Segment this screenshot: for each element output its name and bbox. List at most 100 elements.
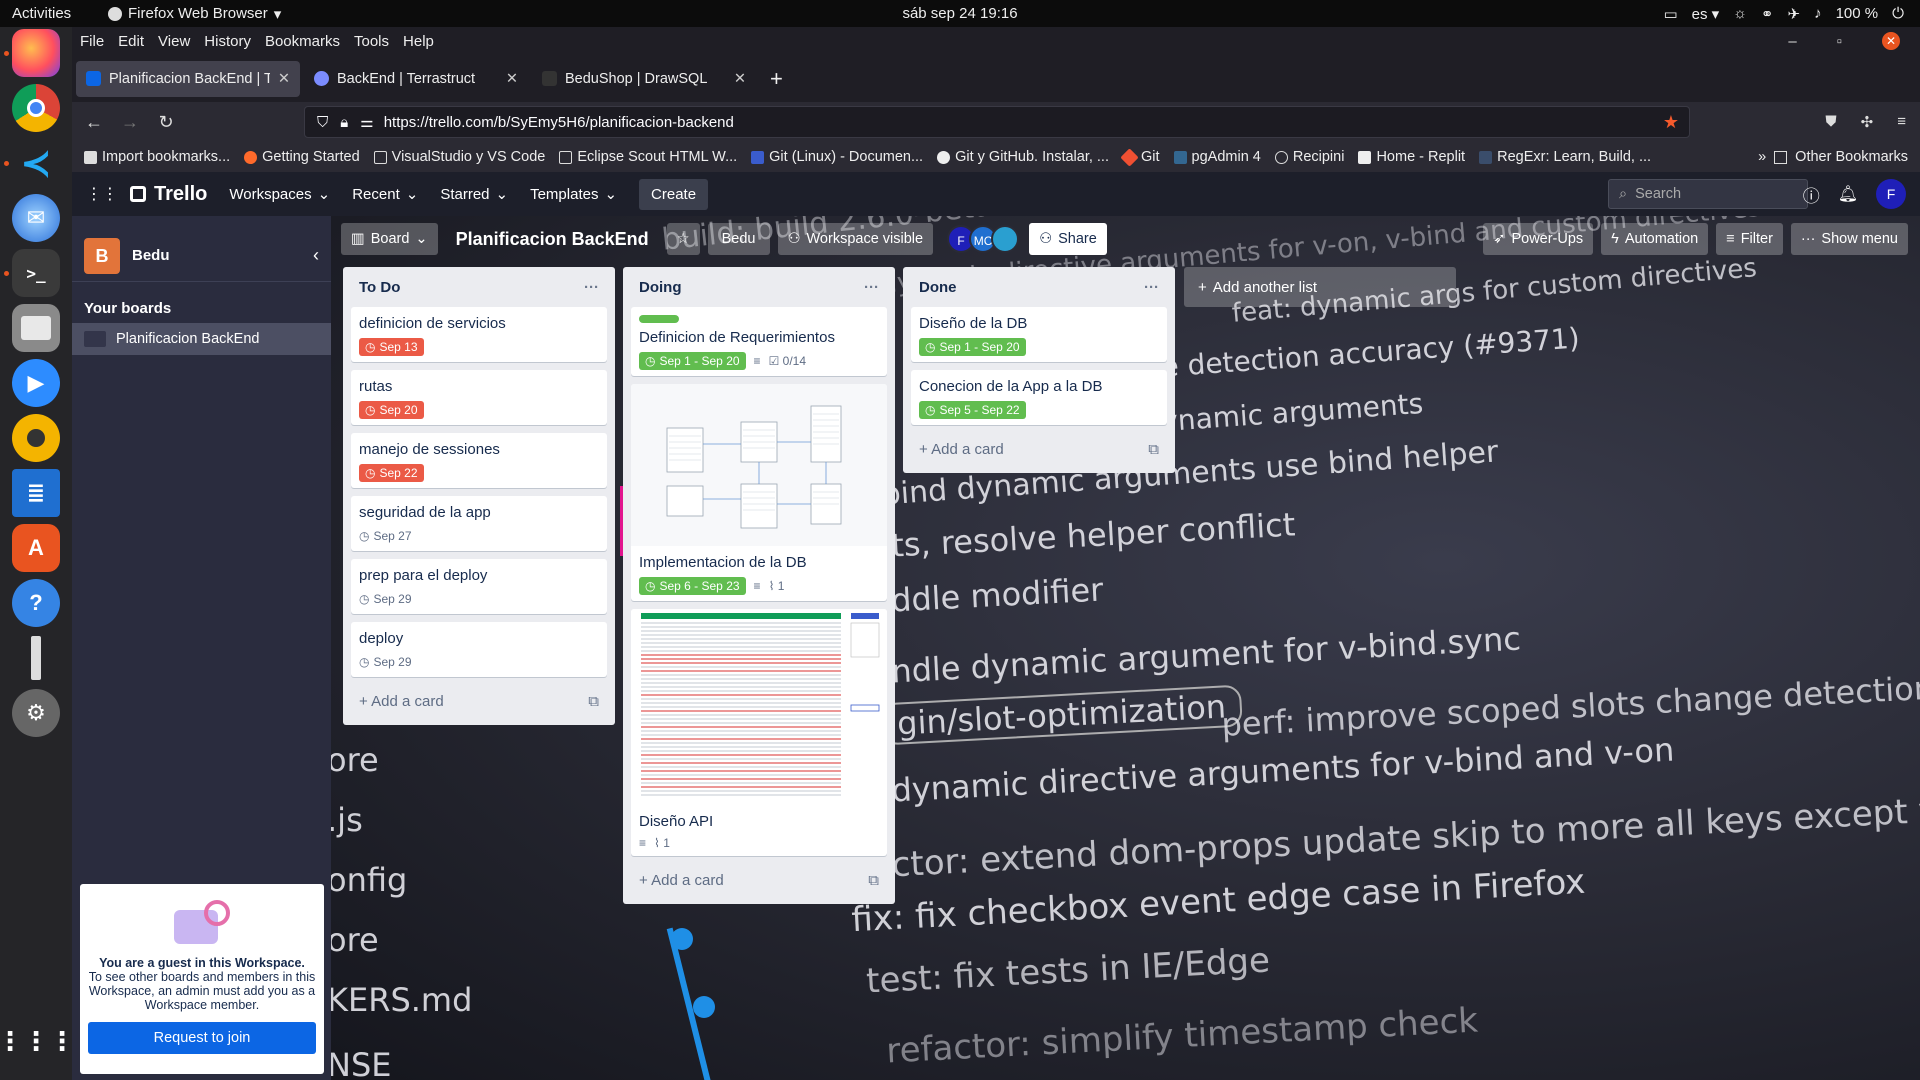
card[interactable]: Implementacion de la DB ◷ Sep 6 - Sep 23 ≡… [631, 384, 887, 601]
notifications-bell-icon[interactable]: 🔔︎ [1838, 184, 1858, 204]
automation-button[interactable]: ϟ Automation [1601, 223, 1709, 255]
software-center-dock-icon[interactable]: A [12, 524, 60, 572]
bookmark-star-icon[interactable]: ★ [1663, 112, 1679, 133]
system-tray[interactable]: ▭ es ▾ ☼ ⚭ ✈ ♪ 100 % ⏻ [1663, 5, 1904, 23]
due-date-badge[interactable]: ◷ Sep 6 - Sep 23 [639, 577, 746, 595]
close-tab-icon[interactable]: ✕ [278, 71, 290, 87]
bookmark-item[interactable]: Home - Replit [1358, 149, 1465, 165]
recent-menu[interactable]: Recent ⌄ [352, 185, 418, 204]
rhythmbox-dock-icon[interactable] [12, 414, 60, 462]
bookmark-item[interactable]: Eclipse Scout HTML W... [559, 149, 737, 165]
due-date-badge[interactable]: ◷ Sep 13 [359, 338, 424, 356]
tab-terrastruct[interactable]: BackEnd | Terrastruct ✕ [304, 61, 528, 97]
url-bar[interactable]: ⛉ 🔒︎ ⚌ https://trello.com/b/SyEmy5H6/pla… [304, 106, 1690, 138]
extensions-icon[interactable]: ✣ [1861, 113, 1874, 131]
power-ups-button[interactable]: ➶ Power-Ups [1483, 223, 1594, 255]
card[interactable]: manejo de sessiones ◷ Sep 22 [351, 433, 607, 488]
search-input[interactable]: ⌕ Search [1608, 179, 1808, 209]
chrome-dock-icon[interactable] [12, 84, 60, 132]
add-card-button[interactable]: + Add a card ⧉ [911, 433, 1167, 465]
card[interactable]: Diseño de la DB ◷ Sep 1 - Sep 20 [911, 307, 1167, 362]
card[interactable]: Diseño API ≡ ⌇ 1 [631, 609, 887, 856]
menu-edit[interactable]: Edit [118, 33, 144, 50]
info-icon[interactable]: ⓘ [1803, 182, 1820, 207]
pocket-icon[interactable]: ⛊ [1825, 113, 1836, 131]
request-to-join-button[interactable]: Request to join [88, 1022, 316, 1054]
app-switcher-icon[interactable]: ⋮⋮ [86, 184, 118, 204]
clock[interactable]: sáb sep 24 19:16 [0, 5, 1920, 22]
card[interactable]: rutas ◷ Sep 20 [351, 370, 607, 425]
keyboard-language[interactable]: es ▾ [1692, 5, 1720, 23]
card-template-icon[interactable]: ⧉ [588, 693, 599, 710]
shield-icon[interactable]: ⛉ [317, 114, 328, 131]
overflow-chevron-icon[interactable]: » [1758, 149, 1766, 165]
permissions-icon[interactable]: ⚌ [360, 113, 373, 131]
zoom-dock-icon[interactable]: ▶ [12, 359, 60, 407]
bookmark-item[interactable]: Recipini [1274, 149, 1344, 165]
restore-icon[interactable]: ▫ [1837, 33, 1842, 50]
list-header[interactable]: Doing ··· [631, 267, 887, 307]
menu-help[interactable]: Help [403, 33, 434, 50]
tab-planificacion[interactable]: Planificacion BackEnd | Tr ✕ [76, 60, 300, 97]
list-header[interactable]: To Do ··· [351, 267, 607, 307]
card[interactable]: definicion de servicios ◷ Sep 13 [351, 307, 607, 362]
due-date-badge[interactable]: ◷ Sep 29 [359, 590, 418, 608]
firefox-dock-icon[interactable] [12, 29, 60, 77]
due-date-badge[interactable]: ◷ Sep 1 - Sep 20 [919, 338, 1026, 356]
close-window-icon[interactable]: ✕ [1882, 32, 1900, 50]
trello-logo[interactable]: Trello [130, 183, 207, 206]
close-tab-icon[interactable]: ✕ [506, 71, 518, 87]
create-button[interactable]: Create [639, 178, 709, 210]
show-menu-button[interactable]: ··· Show menu [1790, 223, 1908, 255]
card[interactable]: deploy ◷ Sep 29 [351, 622, 607, 677]
board-view-switcher[interactable]: ▥ Board ⌄ [341, 223, 438, 255]
due-date-badge[interactable]: ◷ Sep 20 [359, 401, 424, 419]
card-label-green[interactable] [639, 315, 679, 323]
due-date-badge[interactable]: ◷ Sep 1 - Sep 20 [639, 352, 746, 370]
user-avatar[interactable]: F [1876, 179, 1906, 209]
menu-view[interactable]: View [158, 33, 190, 50]
show-apps-icon[interactable]: ⋮⋮⋮ [0, 1017, 75, 1065]
due-date-badge[interactable]: ◷ Sep 29 [359, 653, 418, 671]
workspace-button[interactable]: Bedu [707, 223, 770, 255]
list-actions-icon[interactable]: ··· [584, 279, 599, 296]
app-menu[interactable]: Firefox Web Browser ▾ [108, 5, 281, 23]
close-tab-icon[interactable]: ✕ [734, 71, 746, 87]
menu-history[interactable]: History [204, 33, 251, 50]
hamburger-menu-icon[interactable]: ≡ [1897, 113, 1906, 131]
files-dock-icon[interactable] [12, 304, 60, 352]
add-card-button[interactable]: + Add a card ⧉ [631, 864, 887, 896]
due-date-badge[interactable]: ◷ Sep 5 - Sep 22 [919, 401, 1026, 419]
bookmark-item[interactable]: VisualStudio y VS Code [373, 149, 545, 165]
member-avatar[interactable] [991, 225, 1020, 253]
usb-creator-dock-icon[interactable] [12, 634, 60, 682]
menu-bookmarks[interactable]: Bookmarks [265, 33, 340, 50]
lock-icon[interactable]: 🔒︎ [340, 114, 348, 131]
card[interactable]: Definicion de Requerimientos ◷ Sep 1 - Se… [631, 307, 887, 376]
list-actions-icon[interactable]: ··· [1144, 279, 1159, 296]
templates-menu[interactable]: Templates ⌄ [530, 185, 617, 204]
add-card-button[interactable]: + Add a card ⧉ [351, 685, 607, 717]
due-date-badge[interactable]: ◷ Sep 27 [359, 527, 418, 545]
star-board-button[interactable]: ☆ [666, 223, 700, 255]
card-template-icon[interactable]: ⧉ [1148, 441, 1159, 458]
bookmark-item[interactable]: Git [1120, 147, 1160, 167]
bookmark-item[interactable]: Getting Started [244, 149, 360, 165]
other-bookmarks[interactable]: » Other Bookmarks [1748, 149, 1908, 165]
url-text[interactable]: https://trello.com/b/SyEmy5H6/planificac… [384, 114, 734, 131]
bookmark-item[interactable]: Git y GitHub. Instalar, ... [937, 149, 1109, 165]
bookmark-item[interactable]: pgAdmin 4 [1173, 149, 1261, 165]
tab-drawsql[interactable]: BeduShop | DrawSQL ✕ [532, 61, 756, 97]
workspace-header[interactable]: B Bedu ‹ [72, 216, 331, 282]
card[interactable]: Conecion de la App a la DB ◷ Sep 5 - Sep 2… [911, 370, 1167, 425]
filter-button[interactable]: ≡ Filter [1716, 223, 1783, 255]
reload-icon[interactable]: ↻ [148, 112, 184, 133]
card[interactable]: prep para el deploy ◷ Sep 29 [351, 559, 607, 614]
thunderbird-dock-icon[interactable]: ✉ [12, 194, 60, 242]
list-header[interactable]: Done ··· [911, 267, 1167, 307]
new-tab-icon[interactable]: + [770, 66, 783, 92]
starred-menu[interactable]: Starred ⌄ [440, 185, 508, 204]
forward-icon[interactable]: → [112, 112, 148, 133]
add-another-list-button[interactable]: + Add another list [1184, 267, 1456, 307]
terminal-dock-icon[interactable]: >_ [12, 249, 60, 297]
